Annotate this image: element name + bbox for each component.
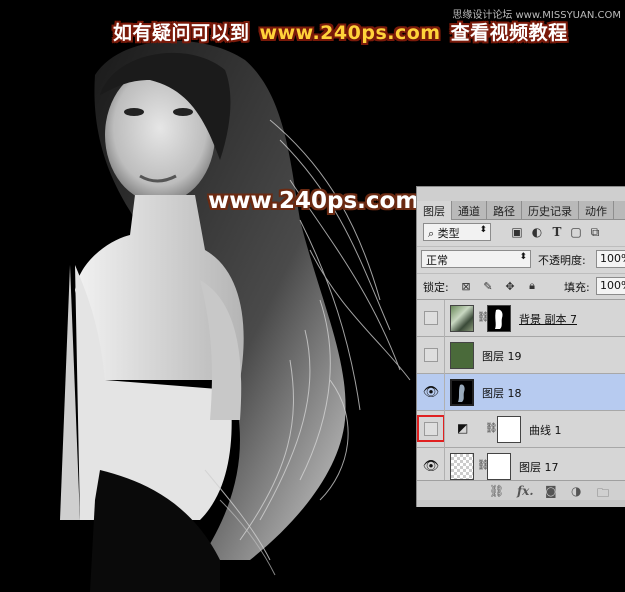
adjustment-layer-icon[interactable]: ◑ — [571, 484, 581, 498]
layer-mask-thumbnail[interactable] — [487, 305, 511, 332]
mask-silhouette-icon — [495, 309, 503, 329]
tab-paths[interactable]: 路径 — [487, 201, 522, 219]
divider — [444, 374, 445, 411]
watermark-corner: 思缘设计论坛 www.MISSYUAN.COM — [452, 10, 621, 21]
adjustment-filter-icon[interactable]: ◐ — [529, 224, 545, 240]
panel-footer: ⛓ fx. ◙ ◑ 🗀︎ — [417, 480, 625, 501]
tab-history[interactable]: 历史记录 — [522, 201, 579, 219]
fill-label: 填充: — [564, 281, 590, 294]
lock-move-icon[interactable]: ✥ — [503, 279, 517, 293]
layer-thumbnail[interactable] — [450, 342, 474, 369]
search-icon: ⌕ — [428, 227, 435, 240]
add-mask-icon[interactable]: ◙ — [545, 484, 557, 498]
layer-mask-thumbnail[interactable] — [487, 453, 511, 480]
layer-mask-thumbnail[interactable] — [497, 416, 521, 443]
opacity-label: 不透明度: — [538, 254, 586, 267]
layer-name[interactable]: 图层 18 — [482, 385, 522, 401]
visibility-toggle[interactable] — [424, 348, 438, 362]
layers-list: ⛓ 背景 副本 7 图层 19 👁︎ 图层 18 ◩ ⛓ 曲线 1 👁︎ ⛓ 图… — [417, 299, 625, 480]
layer-thumbnail[interactable] — [450, 305, 474, 332]
layer-name[interactable]: 图层 19 — [482, 348, 522, 364]
lock-row: 锁定: ⊠ ✎ ✥ 🔒︎ 填充: 100% — [417, 273, 625, 298]
watermark-top-right: 查看视频教程 — [450, 22, 568, 44]
fx-icon[interactable]: fx. — [517, 484, 534, 498]
layer-row[interactable]: 图层 19 — [417, 337, 625, 374]
watermark-top-url: www.240ps.com — [259, 22, 441, 44]
highlight-box — [417, 415, 445, 442]
layer-name[interactable]: 曲线 1 — [529, 422, 562, 438]
divider — [444, 411, 445, 448]
blend-mode-value: 正常 — [426, 254, 448, 267]
smart-object-filter-icon[interactable]: ⧉ — [587, 224, 603, 240]
filter-row: ⌕ 类型 ⬍ ▣ ◐ T ▢ ⧉ — [417, 220, 625, 244]
watermark-top: 如有疑问可以到 www.240ps.com 查看视频教程 — [113, 18, 568, 45]
layer-row[interactable]: 👁︎ 图层 18 — [417, 374, 625, 411]
image-filter-icon[interactable]: ▣ — [509, 224, 525, 240]
filter-kind-label: 类型 — [437, 227, 460, 240]
shape-filter-icon[interactable]: ▢ — [568, 224, 584, 240]
panel-tabs: 图层 通道 路径 历史记录 动作 — [417, 201, 625, 220]
opacity-input[interactable]: 100% — [596, 250, 625, 268]
layer-thumbnail[interactable] — [450, 379, 474, 406]
chevron-updown-icon: ⬍ — [479, 225, 487, 235]
chevron-updown-icon: ⬍ — [519, 252, 527, 262]
lock-transparent-icon[interactable]: ⊠ — [459, 279, 473, 293]
curves-adjustment-icon[interactable]: ◩ — [457, 421, 468, 435]
lock-label: 锁定: — [423, 281, 449, 294]
layer-row[interactable]: ⛓ 背景 副本 7 — [417, 300, 625, 337]
layer-name[interactable]: 图层 17 — [519, 459, 559, 475]
layer-row[interactable]: ◩ ⛓ 曲线 1 — [417, 411, 625, 448]
layers-panel: 图层 通道 路径 历史记录 动作 ⌕ 类型 ⬍ ▣ ◐ T ▢ ⧉ 正常 ⬍ 不… — [416, 186, 625, 507]
visibility-toggle[interactable] — [424, 311, 438, 325]
divider — [444, 337, 445, 374]
layer-row[interactable]: 👁︎ ⛓ 图层 17 — [417, 448, 625, 480]
filter-kind-select[interactable]: ⌕ 类型 ⬍ — [423, 223, 491, 241]
type-filter-icon[interactable]: T — [549, 224, 565, 240]
layer-thumbnail[interactable] — [450, 453, 474, 480]
fill-input[interactable]: 100% — [596, 277, 625, 295]
watermark-center: www.240ps.com — [208, 188, 420, 214]
blend-mode-select[interactable]: 正常 ⬍ — [421, 250, 531, 268]
panel-resize-handle[interactable] — [417, 500, 625, 507]
divider — [444, 448, 445, 480]
blend-row: 正常 ⬍ 不透明度: 100% — [417, 246, 625, 271]
tab-actions[interactable]: 动作 — [579, 201, 614, 219]
link-layers-icon[interactable]: ⛓ — [489, 484, 504, 498]
layer-name[interactable]: 背景 副本 7 — [519, 311, 577, 327]
tab-channels[interactable]: 通道 — [452, 201, 487, 219]
panel-grip[interactable] — [417, 187, 625, 202]
watermark-top-left: 如有疑问可以到 — [113, 22, 250, 44]
divider — [444, 300, 445, 337]
eye-icon[interactable]: 👁︎ — [423, 459, 440, 474]
tab-layers[interactable]: 图层 — [417, 201, 452, 220]
layer-silhouette-icon — [458, 384, 465, 402]
eye-icon[interactable]: 👁︎ — [423, 385, 440, 400]
link-icon[interactable]: ⛓ — [485, 423, 498, 434]
lock-all-icon[interactable]: 🔒︎ — [525, 279, 539, 293]
lock-paint-icon[interactable]: ✎ — [481, 279, 495, 293]
